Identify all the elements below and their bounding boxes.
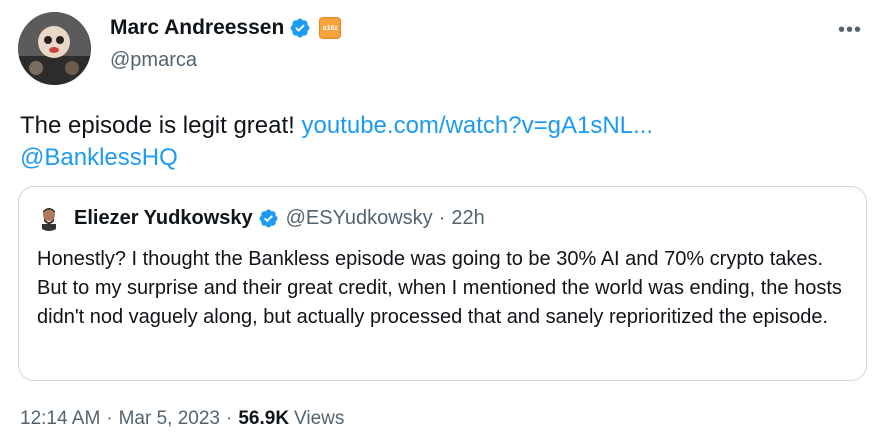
tweet-body: The episode is legit great!	[20, 112, 302, 139]
meta-separator-1: ·	[106, 408, 113, 429]
tweet-mention[interactable]: @BanklessHQ	[20, 144, 178, 171]
quoted-tweet-text: Honestly? I thought the Bankless episode…	[37, 248, 842, 328]
quoted-timestamp[interactable]: 22h	[451, 207, 484, 230]
avatar-image	[18, 12, 91, 85]
quoted-author-handle[interactable]: @ESYudkowsky	[286, 207, 433, 230]
org-badge-icon[interactable]: a16z	[319, 17, 342, 39]
tweet-date[interactable]: Mar 5, 2023	[119, 408, 220, 430]
author-handle[interactable]: @pmarca	[110, 49, 197, 72]
quoted-avatar-image	[36, 205, 62, 231]
quoted-separator: ·	[438, 207, 446, 229]
more-horizontal-icon[interactable]: •••	[838, 20, 862, 40]
views-count: 56.9K	[238, 408, 290, 429]
quoted-header: Eliezer Yudkowsky @ESYudkowsky · 22h	[74, 207, 485, 230]
views-label: Views	[294, 408, 345, 429]
author-name-row: Marc Andreessen a16z	[110, 16, 342, 40]
verified-badge-icon	[290, 18, 310, 38]
quoted-tweet-card[interactable]: Eliezer Yudkowsky @ESYudkowsky · 22h Hon…	[18, 186, 867, 381]
meta-separator-2: ·	[226, 408, 233, 429]
author-name[interactable]: Marc Andreessen	[110, 16, 284, 40]
tweet-meta: 12:14 AM · Mar 5, 2023 · 56.9K Views	[20, 408, 344, 430]
tweet-text: The episode is legit great! youtube.com/…	[20, 110, 653, 174]
author-avatar[interactable]	[18, 12, 91, 85]
quoted-verified-badge-icon	[259, 209, 278, 228]
quoted-author-avatar[interactable]	[36, 205, 62, 231]
quoted-author-name[interactable]: Eliezer Yudkowsky	[74, 207, 253, 230]
tweet-link[interactable]: youtube.com/watch?v=gA1sNL...	[302, 112, 654, 139]
tweet-time[interactable]: 12:14 AM	[20, 408, 100, 430]
